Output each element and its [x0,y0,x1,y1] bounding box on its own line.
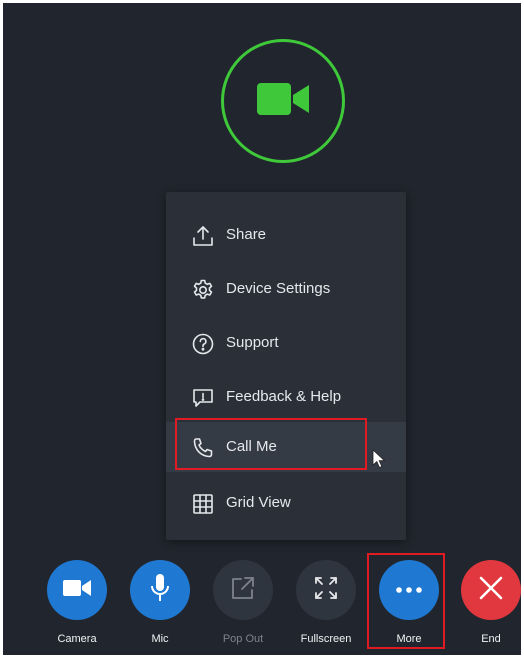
fullscreen-icon [313,575,339,606]
mic-label: Mic [151,633,169,645]
grid-icon [190,491,216,517]
feedback-bubble-icon [190,385,216,411]
pop-out-button[interactable]: Pop Out [208,560,278,652]
more-menu: Share Device Settings Support Feedback &… [166,192,406,540]
menu-item-label: Grid View [226,494,291,511]
end-label: End [481,633,501,645]
menu-item-label: Device Settings [226,280,331,297]
end-call-button[interactable]: End [456,560,521,652]
menu-item-support[interactable]: Support [166,318,406,368]
menu-item-device-settings[interactable]: Device Settings [166,264,406,314]
mic-button[interactable]: Mic [125,560,195,652]
camera-label: Camera [57,633,97,645]
share-upload-icon [190,223,216,249]
pop-out-icon [230,575,256,606]
more-dots-icon [395,581,423,599]
camera-button[interactable]: Camera [42,560,112,652]
mouse-cursor-icon [372,449,386,474]
menu-item-share[interactable]: Share [166,210,406,260]
question-circle-icon [190,331,216,357]
close-x-icon [478,575,504,606]
menu-item-feedback-help[interactable]: Feedback & Help [166,372,406,422]
gear-icon [190,277,216,303]
menu-item-call-me[interactable]: Call Me [166,422,406,472]
menu-item-label: Call Me [226,438,277,455]
more-button[interactable]: More [374,560,444,652]
fullscreen-label: Fullscreen [300,633,352,645]
video-camera-icon [255,79,311,124]
menu-item-grid-view[interactable]: Grid View [166,478,406,528]
microphone-icon [149,573,171,608]
video-camera-icon [62,577,92,604]
menu-item-label: Support [226,334,279,351]
menu-item-label: Share [226,226,267,243]
more-label: More [396,633,422,645]
phone-icon [190,435,216,461]
fullscreen-button[interactable]: Fullscreen [291,560,361,652]
pop-out-label: Pop Out [222,633,264,645]
camera-status-badge [221,39,345,163]
menu-item-label: Feedback & Help [226,388,342,405]
video-call-window: Share Device Settings Support Feedback &… [3,3,521,655]
